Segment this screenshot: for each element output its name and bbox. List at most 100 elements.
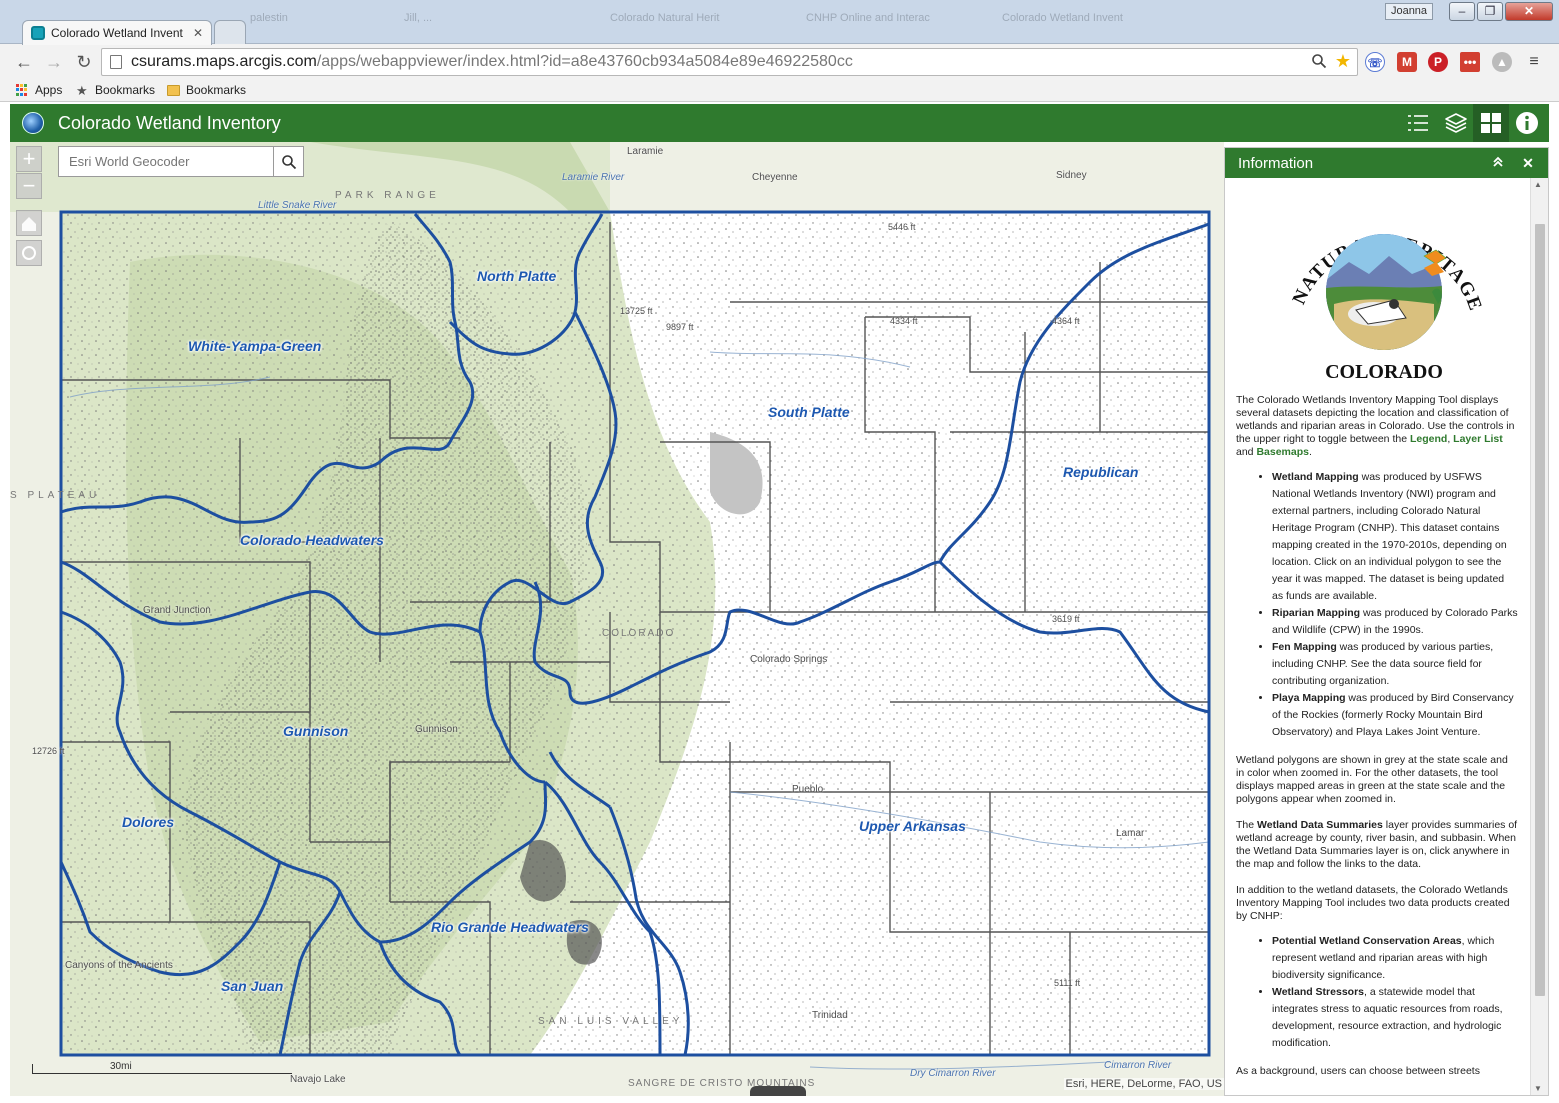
tab-close-icon[interactable]: ✕	[193, 26, 203, 40]
layer-list-link[interactable]: Layer List	[1453, 433, 1503, 445]
zoom-in-button[interactable]: +	[16, 146, 42, 172]
extension-phone-icon[interactable]: ☏	[1365, 52, 1385, 72]
elevation-label: 12726 ft	[32, 746, 65, 756]
search-icon	[281, 154, 296, 169]
forward-arrow-icon[interactable]: →	[43, 51, 65, 73]
arcgis-favicon-icon	[31, 26, 45, 40]
intro-paragraph: The Colorado Wetlands Inventory Mapping …	[1236, 394, 1518, 459]
intro-end: .	[1308, 446, 1312, 458]
bookmark-label: Bookmarks	[95, 83, 156, 97]
map-attribution: Esri, HERE, DeLorme, FAO, US	[1063, 1078, 1224, 1090]
zoom-magnifier-icon[interactable]	[1311, 53, 1327, 73]
place-label-sidney: Sidney	[1056, 170, 1087, 181]
information-panel: Information ✕ NATURAL HERITAGE PROGRAM	[1224, 147, 1549, 1096]
list-item: Riparian Mapping was produced by Colorad…	[1272, 605, 1518, 639]
place-label-pueblo: Pueblo	[792, 784, 824, 795]
list-item: Wetland Stressors, a statewide model tha…	[1272, 984, 1518, 1052]
bookmarks-bar: Apps ★ Bookmarks Bookmarks	[0, 80, 1559, 102]
basin-label-north-platte: North Platte	[477, 268, 557, 284]
dataset-text: was produced by USFWS National Wetlands …	[1272, 471, 1507, 602]
ghost-tab-4[interactable]: CNHP Online and Interac	[806, 12, 930, 34]
apps-grid-icon	[16, 83, 29, 97]
list-item: Fen Mapping was produced by various part…	[1272, 639, 1518, 690]
basemap-graphic	[10, 142, 1224, 1096]
maximize-button[interactable]: ❐	[1477, 2, 1503, 21]
product-name: Wetland Stressors	[1272, 986, 1365, 998]
scroll-down-arrow-icon[interactable]: ▼	[1534, 1084, 1542, 1093]
panel-close-icon[interactable]: ✕	[1520, 155, 1536, 171]
back-arrow-icon[interactable]: ←	[13, 51, 35, 73]
basin-label-gunnison: Gunnison	[283, 723, 349, 739]
drive-extension-icon[interactable]: ▲	[1492, 52, 1512, 72]
basin-label-republican: Republican	[1063, 464, 1139, 480]
ghost-tab-3[interactable]: Colorado Natural Herit	[610, 12, 719, 34]
map-bottom-handle[interactable]	[750, 1086, 806, 1096]
gmail-extension-icon[interactable]: M	[1397, 52, 1417, 72]
region-label-colorado: COLORADO	[602, 628, 676, 639]
basin-label-south-platte: South Platte	[768, 404, 850, 420]
bookmark-folder[interactable]: Bookmarks	[167, 83, 246, 97]
zoom-out-button[interactable]: −	[16, 173, 42, 199]
summaries-paragraph: The Wetland Data Summaries layer provide…	[1236, 819, 1518, 871]
window-user-badge[interactable]: Joanna	[1385, 3, 1433, 20]
address-bar[interactable]: csurams.maps.arcgis.com/apps/webappviewe…	[101, 48, 1358, 76]
ghost-tab-1[interactable]: palestin	[250, 12, 288, 34]
river-label-laramie: Laramie River	[562, 172, 625, 183]
product-list: Potential Wetland Conservation Areas, wh…	[1272, 933, 1518, 1052]
reload-icon[interactable]: ↻	[73, 51, 95, 73]
search-button[interactable]	[273, 147, 303, 176]
url-host: csurams.maps.arcgis.com	[131, 53, 317, 70]
extension-red-icon[interactable]: •••	[1460, 52, 1480, 72]
panel-collapse-icon[interactable]	[1490, 155, 1506, 171]
dataset-name: Playa Mapping	[1272, 692, 1346, 704]
list-item: Wetland Mapping was produced by USFWS Na…	[1272, 469, 1518, 605]
panel-scrollbar[interactable]: ▲ ▼	[1530, 178, 1548, 1095]
legend-icon[interactable]	[1400, 104, 1436, 142]
page-icon	[110, 55, 122, 69]
dataset-name: Fen Mapping	[1272, 641, 1337, 653]
ghost-tab-2[interactable]: Jill, ...	[404, 12, 432, 34]
scrollbar-thumb[interactable]	[1535, 224, 1545, 996]
folder-icon	[167, 84, 180, 96]
browser-tab-active[interactable]: Colorado Wetland Invent ✕	[22, 20, 212, 45]
pinterest-extension-icon[interactable]: P	[1428, 52, 1448, 72]
star-icon: ★	[76, 82, 88, 98]
window-close-button[interactable]: ✕	[1505, 2, 1553, 21]
bookmark-bookmarks-star[interactable]: ★ Bookmarks	[76, 83, 155, 97]
search-input[interactable]	[59, 147, 273, 176]
elevation-label: 4364 ft	[1052, 316, 1080, 326]
place-label-laramie: Laramie	[627, 146, 664, 157]
product-name: Potential Wetland Conservation Areas	[1272, 935, 1462, 947]
info-icon[interactable]	[1509, 104, 1545, 142]
chrome-menu-icon[interactable]: ≡	[1524, 52, 1544, 72]
panel-body: NATURAL HERITAGE PROGRAM COLORADO The Co…	[1225, 178, 1530, 1095]
elevation-label: 13725 ft	[620, 306, 653, 316]
elevation-label: 5446 ft	[888, 222, 916, 232]
layers-icon[interactable]	[1438, 104, 1474, 142]
geocoder-search[interactable]	[58, 146, 304, 177]
bookmark-star-icon[interactable]: ★	[1335, 51, 1351, 72]
map-view[interactable]: + − North Platte White-Yampa-Green South…	[10, 142, 1224, 1096]
new-tab-button[interactable]	[214, 20, 246, 45]
natural-heritage-program-logo: NATURAL HERITAGE PROGRAM COLORADO	[1264, 178, 1484, 383]
bookmark-apps[interactable]: Apps	[16, 83, 62, 97]
basemaps-link[interactable]: Basemaps	[1256, 446, 1309, 458]
ghost-tab-5[interactable]: Colorado Wetland Invent	[1002, 12, 1123, 34]
place-label-lamar: Lamar	[1116, 828, 1145, 839]
basemap-gallery-icon[interactable]	[1473, 104, 1509, 142]
scroll-up-arrow-icon[interactable]: ▲	[1534, 180, 1542, 189]
my-location-button[interactable]	[16, 240, 42, 266]
region-label-park-range: PARK RANGE	[335, 190, 440, 201]
home-button[interactable]	[16, 210, 42, 236]
region-label-plateau: S PLATEAU	[10, 490, 101, 501]
products-intro-paragraph: In addition to the wetland datasets, the…	[1236, 884, 1510, 922]
place-label-cheyenne: Cheyenne	[752, 172, 798, 183]
app-header: Colorado Wetland Inventory	[10, 104, 1549, 142]
logo-colorado-text: COLORADO	[1325, 361, 1443, 383]
app-logo-icon	[22, 112, 44, 134]
intro-sep-2: and	[1236, 446, 1257, 458]
legend-link[interactable]: Legend	[1410, 433, 1447, 445]
minimize-button[interactable]: –	[1449, 2, 1475, 21]
dataset-list: Wetland Mapping was produced by USFWS Na…	[1272, 469, 1518, 741]
place-label-grand-junction: Grand Junction	[143, 605, 211, 616]
